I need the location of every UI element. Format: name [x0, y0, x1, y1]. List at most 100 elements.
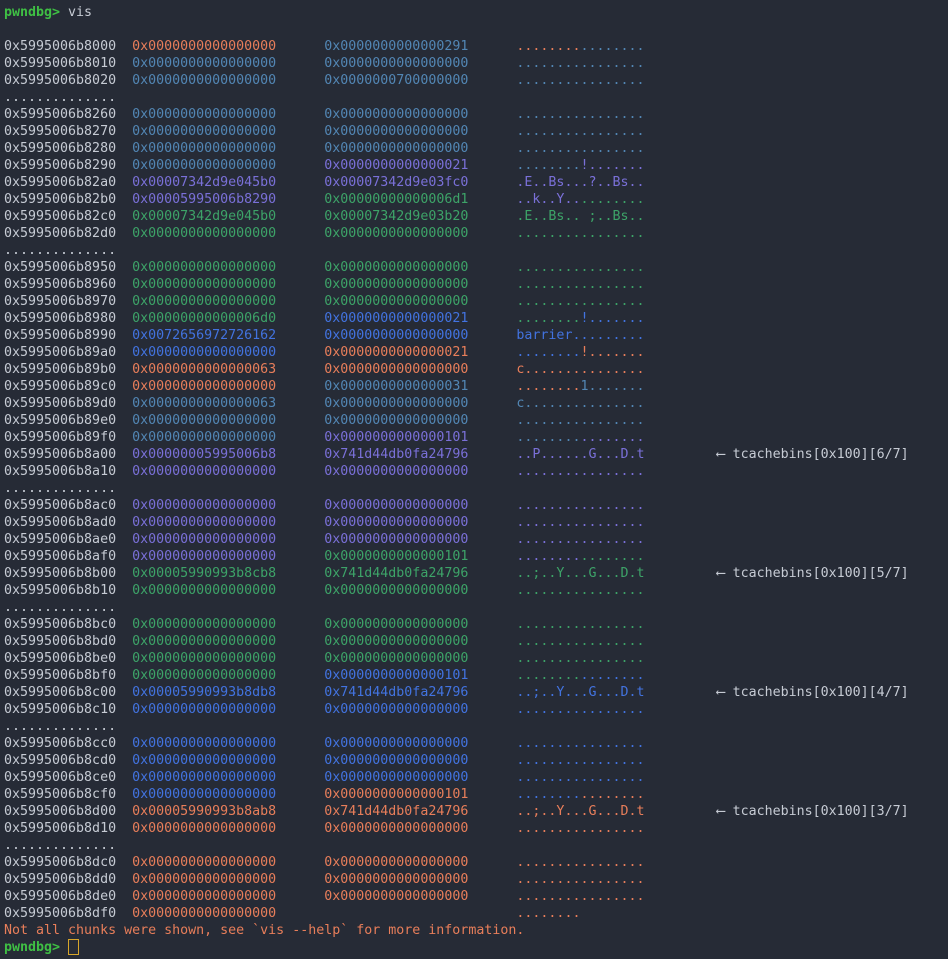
- gap: [468, 175, 516, 190]
- ascii-preview: ........: [580, 583, 644, 598]
- ascii-preview: ........: [516, 821, 580, 836]
- hex-value: 0x0000000000000000: [132, 906, 276, 921]
- ascii-preview: ........: [580, 362, 644, 377]
- chunk-address: 0x5995006b8270: [4, 124, 116, 139]
- separator-dots: ..............: [4, 90, 116, 105]
- gap: [276, 566, 324, 581]
- gap: [276, 668, 324, 683]
- chunk-address: 0x5995006b89e0: [4, 413, 116, 428]
- gap: [468, 447, 516, 462]
- ascii-preview: ........: [516, 634, 580, 649]
- hex-value: 0x00005990993b8cb8: [132, 566, 276, 581]
- ascii-preview: ........: [580, 192, 644, 207]
- gap: [116, 821, 132, 836]
- ascii-preview: ........: [580, 651, 644, 666]
- heap-row: 0x5995006b8960 0x0000000000000000 0x0000…: [4, 276, 948, 293]
- ascii-preview: ........: [516, 39, 580, 54]
- chunk-address: 0x5995006b8000: [4, 39, 116, 54]
- ascii-preview: .?..Bs..: [580, 175, 644, 190]
- ascii-preview: .G...D.t: [580, 685, 644, 700]
- gap: [116, 328, 132, 343]
- gap: [276, 804, 324, 819]
- gap: [116, 39, 132, 54]
- gap: [116, 107, 132, 122]
- chunk-address: 0x5995006b8ad0: [4, 515, 116, 530]
- ascii-preview: ..k..Y..: [516, 192, 580, 207]
- heap-row: 0x5995006b8bc0 0x0000000000000000 0x0000…: [4, 616, 948, 633]
- ascii-preview: ........: [516, 515, 580, 530]
- heap-row: 0x5995006b8be0 0x0000000000000000 0x0000…: [4, 650, 948, 667]
- input-line[interactable]: pwndbg>: [4, 939, 948, 956]
- footer-message: Not all chunks were shown, see `vis --he…: [4, 922, 948, 939]
- chunk-address: 0x5995006b8980: [4, 311, 116, 326]
- chunk-address: 0x5995006b8dc0: [4, 855, 116, 870]
- heap-row: 0x5995006b8bf0 0x0000000000000000 0x0000…: [4, 667, 948, 684]
- gap: [645, 566, 717, 581]
- hex-value: 0x0000000000000000: [132, 753, 276, 768]
- hex-value: 0x00007342d9e045b0: [132, 175, 276, 190]
- gap: [276, 73, 324, 88]
- hex-value: 0x0000000000000000: [324, 634, 468, 649]
- hex-value: 0x0000000000000000: [324, 515, 468, 530]
- heap-row: 0x5995006b8b10 0x0000000000000000 0x0000…: [4, 582, 948, 599]
- hex-value: 0x0000000000000021: [324, 311, 468, 326]
- gap: [468, 549, 516, 564]
- gap: [468, 56, 516, 71]
- gap: [468, 787, 516, 802]
- hex-value: 0x0000000000000000: [132, 277, 276, 292]
- terminal[interactable]: pwndbg>vis 0x5995006b8000 0x000000000000…: [0, 0, 948, 959]
- gap: [276, 226, 324, 241]
- hex-value: 0x0000000000000000: [324, 107, 468, 122]
- hex-value: 0x0000000000000000: [132, 855, 276, 870]
- ascii-preview: ........: [580, 294, 644, 309]
- chunk-address: 0x5995006b8260: [4, 107, 116, 122]
- ascii-preview: ;..Bs..: [580, 209, 644, 224]
- chunk-address: 0x5995006b8bf0: [4, 668, 116, 683]
- heap-row: 0x5995006b8c00 0x00005990993b8db8 0x741d…: [4, 684, 948, 701]
- hex-value: 0x0000000000000000: [324, 362, 468, 377]
- hex-value: 0x00007342d9e03b20: [324, 209, 468, 224]
- ascii-preview: ........: [516, 107, 580, 122]
- gap: [116, 192, 132, 207]
- terminal-cursor[interactable]: [68, 939, 79, 955]
- heap-row: 0x5995006b8df0 0x0000000000000000 ......…: [4, 905, 948, 922]
- hex-value: 0x00000005995006b8: [132, 447, 276, 462]
- chunk-address: 0x5995006b8cd0: [4, 753, 116, 768]
- hex-value: 0x0000000000000000: [324, 498, 468, 513]
- hex-value: 0x0000000000000000: [324, 124, 468, 139]
- hex-value: 0x0000000000000000: [324, 396, 468, 411]
- hex-value: 0x741d44db0fa24796: [324, 447, 468, 462]
- gap: [276, 294, 324, 309]
- heap-row: 0x5995006b8a00 0x00000005995006b8 0x741d…: [4, 446, 948, 463]
- heap-row: 0x5995006b89d0 0x0000000000000063 0x0000…: [4, 395, 948, 412]
- ascii-preview: ........: [580, 515, 644, 530]
- ascii-preview: ........: [580, 889, 644, 904]
- hex-value: 0x0000000000000000: [324, 294, 468, 309]
- hex-value: 0x741d44db0fa24796: [324, 685, 468, 700]
- gap: [116, 56, 132, 71]
- ascii-preview: !.......: [580, 311, 644, 326]
- heap-row: 0x5995006b8020 0x0000000000000000 0x0000…: [4, 72, 948, 89]
- ascii-preview: ........: [580, 736, 644, 751]
- ascii-preview: ........: [580, 855, 644, 870]
- ascii-preview: .E..Bs..: [516, 209, 580, 224]
- gap: [116, 668, 132, 683]
- gap: [276, 260, 324, 275]
- pwndbg-prompt: pwndbg>: [4, 5, 60, 20]
- heap-row: 0x5995006b8ae0 0x0000000000000000 0x0000…: [4, 531, 948, 548]
- hex-value: 0x0000000000000000: [132, 379, 276, 394]
- ascii-preview: ........: [580, 532, 644, 547]
- chunk-address: 0x5995006b8bc0: [4, 617, 116, 632]
- ascii-preview: ........: [516, 413, 580, 428]
- gap: [276, 906, 324, 921]
- gap: [116, 447, 132, 462]
- gap: [116, 260, 132, 275]
- gap: [116, 770, 132, 785]
- gap: [276, 175, 324, 190]
- gap: [468, 583, 516, 598]
- gap: [116, 124, 132, 139]
- chunk-address: 0x5995006b89c0: [4, 379, 116, 394]
- ascii-preview: ........: [516, 56, 580, 71]
- separator-row: ..............: [4, 242, 948, 259]
- gap: [468, 124, 516, 139]
